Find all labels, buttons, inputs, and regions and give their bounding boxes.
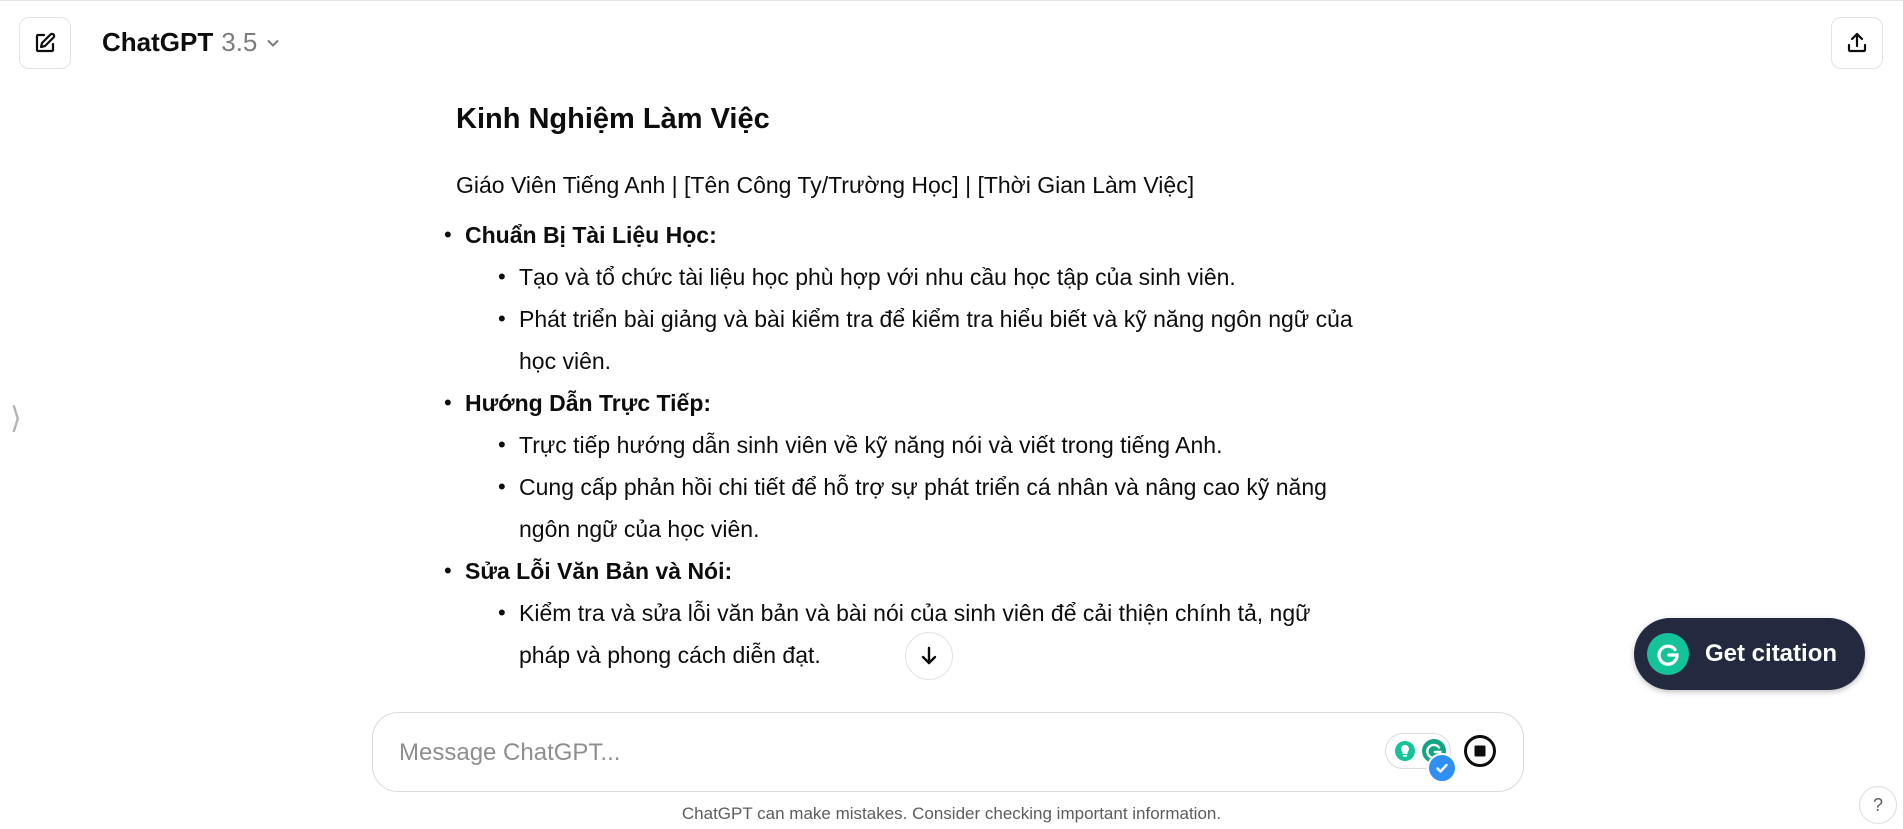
subtitle-line: Giáo Viên Tiếng Anh | [Tên Công Ty/Trườn…	[456, 172, 1195, 198]
sidebar-toggle-icon[interactable]: ⟩	[10, 404, 22, 434]
sublist-item: Cung cấp phản hồi chi tiết để hỗ trợ sự …	[498, 466, 1364, 550]
new-chat-button[interactable]	[19, 17, 71, 69]
get-citation-label: Get citation	[1705, 640, 1838, 667]
experience-list: Chuẩn Bị Tài Liệu Học: Tạo và tổ chức tà…	[444, 214, 1364, 676]
stop-generating-icon[interactable]	[1463, 734, 1497, 768]
check-badge-icon	[1427, 753, 1457, 783]
sublist: Trực tiếp hướng dẫn sinh viên về kỹ năng…	[465, 424, 1364, 550]
sublist: Tạo và tổ chức tài liệu học phù hợp với …	[465, 256, 1364, 382]
help-button[interactable]: ?	[1859, 786, 1897, 824]
disclaimer-text: ChatGPT can make mistakes. Consider chec…	[681, 804, 1222, 823]
message-composer	[372, 712, 1524, 792]
edit-icon	[35, 32, 56, 53]
sublist-item: Tạo và tổ chức tài liệu học phù hợp với …	[498, 256, 1364, 298]
get-citation-button[interactable]: Get citation	[1634, 618, 1865, 690]
sublist-item: Trực tiếp hướng dẫn sinh viên về kỹ năng…	[498, 424, 1364, 466]
list-item-title: Sửa Lỗi Văn Bản và Nói:	[465, 558, 733, 584]
chevron-down-icon	[267, 39, 279, 46]
lightbulb-icon	[1395, 741, 1415, 761]
section-title: Kinh Nghiệm Làm Việc	[456, 103, 770, 135]
scroll-down-button[interactable]	[905, 632, 953, 680]
model-name: ChatGPT	[102, 27, 214, 57]
sublist-item: Phát triển bài giảng và bài kiểm tra để …	[498, 298, 1364, 382]
model-selector[interactable]: ChatGPT 3.5	[102, 27, 281, 58]
list-item: Hướng Dẫn Trực Tiếp: Trực tiếp hướng dẫn…	[444, 382, 1364, 550]
list-item-title: Chuẩn Bị Tài Liệu Học:	[465, 222, 717, 248]
arrow-down-icon	[921, 646, 937, 665]
list-item: Sửa Lỗi Văn Bản và Nói: Kiểm tra và sửa …	[444, 550, 1364, 676]
list-item: Chuẩn Bị Tài Liệu Học: Tạo và tổ chức tà…	[444, 214, 1364, 382]
list-item-title: Hướng Dẫn Trực Tiếp:	[465, 390, 712, 416]
grammarly-logo-icon	[1647, 633, 1689, 675]
model-version: 3.5	[221, 27, 258, 57]
share-button[interactable]	[1831, 17, 1883, 69]
share-icon	[1847, 32, 1867, 53]
top-divider	[0, 0, 1903, 1]
message-input[interactable]	[397, 731, 1361, 775]
